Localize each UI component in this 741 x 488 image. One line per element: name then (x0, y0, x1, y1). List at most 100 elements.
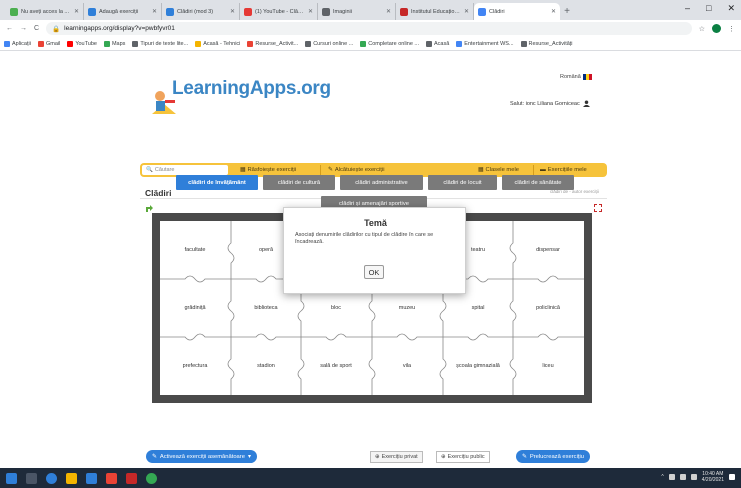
browser-tab-strip: Nu aveți acces la ... ✕ Adaugă exerciții ✕… (0, 0, 741, 20)
dialog-body: Asociați denumirile clădirilor cu tipul … (295, 232, 434, 245)
new-tab-button[interactable]: + (560, 3, 574, 20)
nav-label: Clasele mele (485, 167, 519, 173)
bookmark-label: Acasă (434, 40, 450, 47)
puzzle-piece[interactable]: grădiniță (160, 305, 230, 311)
user-greeting[interactable]: Salut: ionc Liliana Gorniceac (510, 100, 590, 107)
bookmark-item[interactable]: Resurse_Activit... (247, 40, 298, 47)
site-logo[interactable]: LearningApps.org (150, 78, 331, 118)
close-icon[interactable]: ✕ (551, 8, 556, 15)
category-button-administrative[interactable]: clădiri administrative (340, 175, 423, 190)
notifications-icon[interactable] (729, 474, 735, 480)
bookmarks-bar: Aplicații Gmail YouTube Maps Tipuri de texte… (0, 37, 741, 51)
file-explorer-icon[interactable] (66, 472, 77, 484)
bookmark-item[interactable]: Tipuri de texte lite... (132, 40, 188, 47)
os-taskbar: ^ 10:40 AM 4/20/2021 (0, 468, 741, 488)
close-icon[interactable]: ✕ (308, 8, 313, 15)
close-icon[interactable]: ✕ (464, 8, 469, 15)
profile-avatar-icon[interactable] (712, 24, 721, 33)
share-icon[interactable] (145, 204, 154, 213)
close-icon[interactable]: ✕ (152, 8, 157, 15)
browser-tab-2[interactable]: Clădiri (mod 3) ✕ (162, 3, 240, 20)
url-input[interactable]: 🔒 learningapps.org/display?v=pwbfyvr01 (46, 22, 692, 35)
menu-icon[interactable]: ⋮ (728, 25, 735, 33)
bookmark-item[interactable]: Acasă - Tehnici (195, 40, 240, 47)
network-icon[interactable] (668, 474, 675, 480)
browser-tab-3[interactable]: (1) YouTube - Clădiri ✕ (240, 3, 318, 20)
category-button-culture[interactable]: clădiri de cultură (263, 175, 335, 190)
bookmark-icon (4, 40, 10, 47)
browser-tab-5[interactable]: Institutul Educațional ✕ (396, 3, 474, 20)
clock[interactable]: 10:40 AM 4/20/2021 (702, 471, 724, 483)
bookmark-item[interactable]: Cursuri online ... (305, 40, 353, 47)
tab-label: Imaginii (333, 8, 352, 15)
browser-tab-active[interactable]: Clădiri ✕ (474, 3, 560, 20)
radio-icon: ⊕ (375, 454, 380, 460)
category-button-housing[interactable]: clădiri de locuit (428, 175, 497, 190)
exercise-footer: ✎ Activează exerciții asemănătoare ▾ ⊕ E… (0, 448, 741, 466)
bookmark-icon (132, 40, 139, 47)
puzzle-piece[interactable]: policlinică (513, 305, 583, 311)
browser-tab-0[interactable]: Nu aveți acces la ... ✕ (6, 3, 84, 20)
puzzle-piece[interactable]: vila (372, 363, 442, 369)
store-icon[interactable] (86, 472, 97, 484)
puzzle-piece[interactable]: sală de sport (301, 363, 371, 369)
bookmark-item[interactable]: Completare online ... (360, 40, 419, 47)
language-selector[interactable]: Română (560, 74, 592, 80)
browser-tab-4[interactable]: Imaginii ✕ (318, 3, 396, 20)
puzzle-piece[interactable]: spital (443, 305, 513, 311)
activate-similar-button[interactable]: ✎ Activează exerciții asemănătoare ▾ (146, 450, 257, 463)
bookmark-item[interactable]: Aplicații (4, 40, 31, 47)
bookmark-icon (426, 40, 432, 47)
close-icon[interactable]: ✕ (74, 8, 79, 15)
fullscreen-icon[interactable] (594, 204, 602, 212)
close-icon[interactable]: ✕ (230, 8, 235, 15)
tray-chevron-icon[interactable]: ^ (661, 474, 663, 480)
close-icon[interactable]: ✕ (386, 8, 391, 15)
bookmark-item[interactable]: Resurse_Activități (520, 40, 573, 47)
bookmark-label: Resurse_Activități (528, 40, 573, 47)
window-close-button[interactable]: ✕ (727, 3, 735, 14)
app-icon[interactable] (126, 472, 137, 484)
private-exercise-toggle[interactable]: ⊕ Exercițiu privat (370, 451, 423, 463)
bookmark-item[interactable]: Acasă (426, 40, 450, 47)
back-icon[interactable]: ← (6, 25, 13, 32)
public-exercise-toggle[interactable]: ⊕ Exercițiu public (436, 451, 490, 463)
category-label: clădiri de locuit (443, 179, 482, 186)
bookmark-item[interactable]: YouTube (67, 40, 97, 47)
battery-icon[interactable] (690, 474, 697, 480)
bookmark-item[interactable]: Entertainment WS... (456, 40, 514, 47)
start-icon[interactable] (6, 472, 17, 484)
ok-button[interactable]: OK (364, 265, 384, 279)
star-icon[interactable]: ☆ (699, 25, 705, 33)
browser-tab-1[interactable]: Adaugă exerciții ✕ (84, 3, 162, 20)
edge-browser-icon[interactable] (46, 472, 57, 484)
bookmark-icon (456, 40, 463, 47)
search-icon[interactable] (26, 472, 37, 484)
forward-icon[interactable]: → (20, 25, 27, 32)
puzzle-piece[interactable]: biblioteca (231, 305, 301, 311)
search-input[interactable]: 🔍 Căutare (142, 165, 228, 175)
puzzle-piece[interactable]: muzeu (372, 305, 442, 311)
minimize-button[interactable]: – (685, 3, 690, 14)
category-button-health[interactable]: clădiri de sănătate (502, 175, 574, 190)
app-icon[interactable] (106, 472, 117, 484)
puzzle-piece[interactable]: prefectura (160, 363, 230, 369)
puzzle-piece[interactable]: stadion (231, 363, 301, 369)
puzzle-piece[interactable]: liceu (513, 363, 583, 369)
bookmark-item[interactable]: Maps (103, 40, 125, 47)
nav-label: Alcătuiește exerciții (334, 167, 385, 173)
edit-exercise-button[interactable]: ✎ Prelucrează exercițiu (516, 450, 590, 463)
tab-label: Clădiri (489, 8, 505, 15)
puzzle-piece[interactable]: dispensar (513, 247, 583, 253)
toggle-label: Exercițiu privat (381, 454, 418, 460)
chrome-icon[interactable] (146, 472, 157, 484)
bookmark-label: Gmail (45, 40, 61, 47)
category-button-education[interactable]: clădiri de învățământ (176, 175, 258, 190)
bookmark-item[interactable]: Gmail (37, 40, 61, 47)
maximize-button[interactable]: □ (706, 3, 711, 14)
puzzle-piece[interactable]: facultate (160, 247, 230, 253)
volume-icon[interactable] (679, 474, 686, 480)
puzzle-piece[interactable]: școala gimnazială (443, 363, 513, 369)
reload-icon[interactable]: C (34, 25, 39, 32)
puzzle-piece[interactable]: bloc (301, 305, 371, 311)
